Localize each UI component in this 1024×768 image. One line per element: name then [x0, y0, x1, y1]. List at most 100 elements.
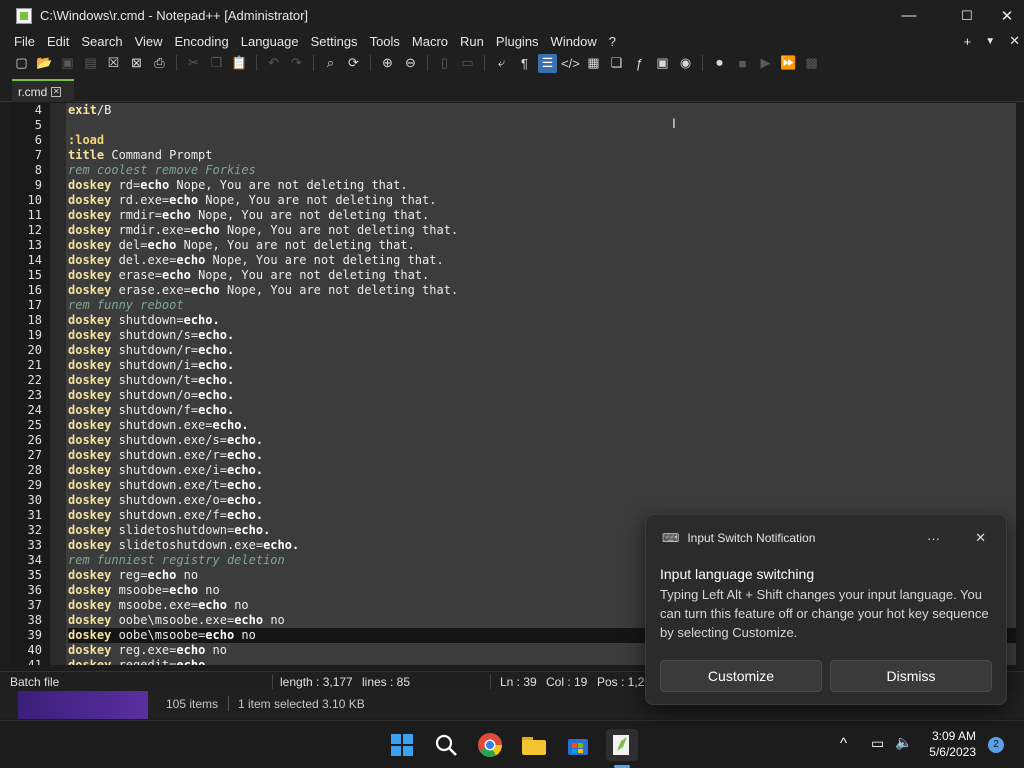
code-line[interactable]: 28 doskey shutdown.exe/i=echo. [28, 463, 1016, 478]
clock-date: 5/6/2023 [929, 745, 976, 759]
volume-icon[interactable]: 🔈 [895, 734, 912, 751]
menu-edit[interactable]: Edit [41, 34, 75, 49]
code-line[interactable]: 11 doskey rmdir=echo Nope, You are not de… [28, 208, 1016, 223]
chrome-button[interactable] [474, 729, 506, 761]
file-explorer-button[interactable] [518, 729, 550, 761]
code-line[interactable]: 14 doskey del.exe=echo Nope, You are not … [28, 253, 1016, 268]
code-line[interactable]: 30 doskey shutdown.exe/o=echo. [28, 493, 1016, 508]
copy-icon[interactable]: ❐ [207, 54, 226, 73]
function-list-icon[interactable]: ƒ [630, 54, 649, 73]
notepadpp-taskbar-button[interactable] [606, 729, 638, 761]
close-document-icon[interactable]: ✕ [1009, 33, 1020, 49]
save-macro-icon[interactable]: ▩ [802, 54, 821, 73]
folder-workspace-icon[interactable]: ▣ [653, 54, 672, 73]
code-line[interactable]: 16 doskey erase.exe=echo Nope, You are no… [28, 283, 1016, 298]
menu-language[interactable]: Language [235, 34, 305, 49]
code-line[interactable]: 9 doskey rd=echo Nope, You are not deleti… [35, 178, 1016, 193]
undo-icon[interactable]: ↶ [264, 54, 283, 73]
sync-horizontal-icon[interactable]: ▭ [458, 54, 477, 73]
network-icon[interactable]: ▭ [871, 735, 884, 752]
save-icon[interactable]: ▣ [58, 54, 77, 73]
menu-run[interactable]: Run [454, 34, 490, 49]
notification-badge[interactable]: 2 [988, 737, 1004, 753]
code-line[interactable]: 10 doskey rd.exe=echo Nope, You are not d… [28, 193, 1016, 208]
document-list-icon[interactable]: ❏ [607, 54, 626, 73]
print-icon[interactable]: ⎙ [150, 54, 169, 73]
menu-help[interactable]: ? [603, 34, 622, 49]
menu-settings[interactable]: Settings [305, 34, 364, 49]
code-line[interactable]: 29 doskey shutdown.exe/t=echo. [28, 478, 1016, 493]
code-line[interactable]: 6:load [35, 133, 1016, 148]
close-file-icon[interactable]: ☒ [104, 54, 123, 73]
replace-icon[interactable]: ⟳ [344, 54, 363, 73]
code-line[interactable]: 22 doskey shutdown/t=echo. [28, 373, 1016, 388]
close-all-icon[interactable]: ⊠ [127, 54, 146, 73]
show-all-chars-icon[interactable]: ¶ [515, 54, 534, 73]
code-line[interactable]: 24 doskey shutdown/f=echo. [28, 403, 1016, 418]
customize-button[interactable]: Customize [660, 660, 822, 692]
run-macro-multiple-icon[interactable]: ⏩ [779, 54, 798, 73]
start-button[interactable] [386, 729, 418, 761]
code-line[interactable]: 20 doskey shutdown/r=echo. [28, 343, 1016, 358]
tab-close-icon[interactable]: ✕ [51, 86, 62, 97]
open-file-icon[interactable]: 📂 [35, 54, 54, 73]
tab-r-cmd[interactable]: r.cmd ✕ [12, 79, 74, 102]
menu-encoding[interactable]: Encoding [169, 34, 235, 49]
zoom-out-icon[interactable]: ⊖ [401, 54, 420, 73]
indent-guide-icon[interactable]: ☰ [538, 53, 557, 73]
stop-macro-icon[interactable]: ■ [733, 54, 752, 73]
record-macro-icon[interactable]: ⏺ [710, 54, 729, 73]
code-line[interactable]: 5 [35, 118, 1016, 133]
menu-search[interactable]: Search [75, 34, 128, 49]
paste-icon[interactable]: 📋 [230, 54, 249, 73]
notification-more-icon[interactable]: ··· [927, 531, 940, 546]
code-line[interactable]: 23 doskey shutdown/o=echo. [28, 388, 1016, 403]
tab-list-dropdown-icon[interactable]: ▼ [985, 36, 995, 47]
play-macro-icon[interactable]: ▶ [756, 54, 775, 73]
code-line[interactable]: 4 exit/B [35, 103, 1016, 118]
code-line[interactable]: 8 rem coolest remove Forkies [35, 163, 1016, 178]
code-token: doskey [68, 598, 112, 612]
menu-macro[interactable]: Macro [406, 34, 454, 49]
dismiss-button[interactable]: Dismiss [830, 660, 992, 692]
code-line[interactable]: 15 doskey erase=echo Nope, You are not de… [28, 268, 1016, 283]
menu-window[interactable]: Window [545, 34, 603, 49]
code-line[interactable]: 12 doskey rmdir.exe=echo Nope, You are no… [28, 223, 1016, 238]
document-map-icon[interactable]: ▦ [584, 54, 603, 73]
line-number: 17 [27, 298, 42, 312]
close-button[interactable]: ✕ [990, 0, 1024, 31]
microsoft-store-button[interactable] [562, 729, 594, 761]
menu-view[interactable]: View [129, 34, 169, 49]
clock[interactable]: 3:09 AM 5/6/2023 [929, 728, 976, 760]
add-tab-icon[interactable]: + [964, 34, 972, 49]
code-line[interactable]: 27 doskey shutdown.exe/r=echo. [28, 448, 1016, 463]
menu-file[interactable]: File [8, 34, 41, 49]
code-token: Command Prompt [104, 148, 213, 162]
title-bar[interactable]: C:\Windows\r.cmd - Notepad++ [Administra… [0, 0, 1024, 31]
code-line[interactable]: 25 doskey shutdown.exe=echo. [28, 418, 1016, 433]
notification-close-icon[interactable]: ✕ [975, 530, 986, 546]
new-file-icon[interactable]: ▢ [12, 54, 31, 73]
code-line[interactable]: 17 rem funny reboot [28, 298, 1016, 313]
code-line[interactable]: 26 doskey shutdown.exe/s=echo. [28, 433, 1016, 448]
code-line[interactable]: 21 doskey shutdown/i=echo. [28, 358, 1016, 373]
code-line[interactable]: 18 doskey shutdown=echo. [28, 313, 1016, 328]
search-button[interactable] [430, 729, 462, 761]
menu-tools[interactable]: Tools [364, 34, 406, 49]
minimize-button[interactable]: — [886, 0, 932, 31]
code-line[interactable]: 19 doskey shutdown/s=echo. [28, 328, 1016, 343]
monitoring-icon[interactable]: ◉ [676, 54, 695, 73]
menu-plugins[interactable]: Plugins [490, 34, 545, 49]
cut-icon[interactable]: ✂ [184, 54, 203, 73]
zoom-in-icon[interactable]: ⊕ [378, 54, 397, 73]
tray-chevron-icon[interactable]: ^ [840, 735, 847, 752]
sync-vertical-icon[interactable]: ▯ [435, 54, 454, 73]
redo-icon[interactable]: ↷ [287, 54, 306, 73]
find-icon[interactable]: ⌕ [321, 54, 340, 73]
save-all-icon[interactable]: ▤ [81, 54, 100, 73]
code-line[interactable]: 7 title Command Prompt [35, 148, 1016, 163]
maximize-button[interactable]: ☐ [944, 0, 990, 31]
code-line[interactable]: 13 doskey del=echo Nope, You are not dele… [28, 238, 1016, 253]
word-wrap-icon[interactable]: ⤶ [492, 54, 511, 73]
udl-icon[interactable]: </> [561, 54, 580, 73]
